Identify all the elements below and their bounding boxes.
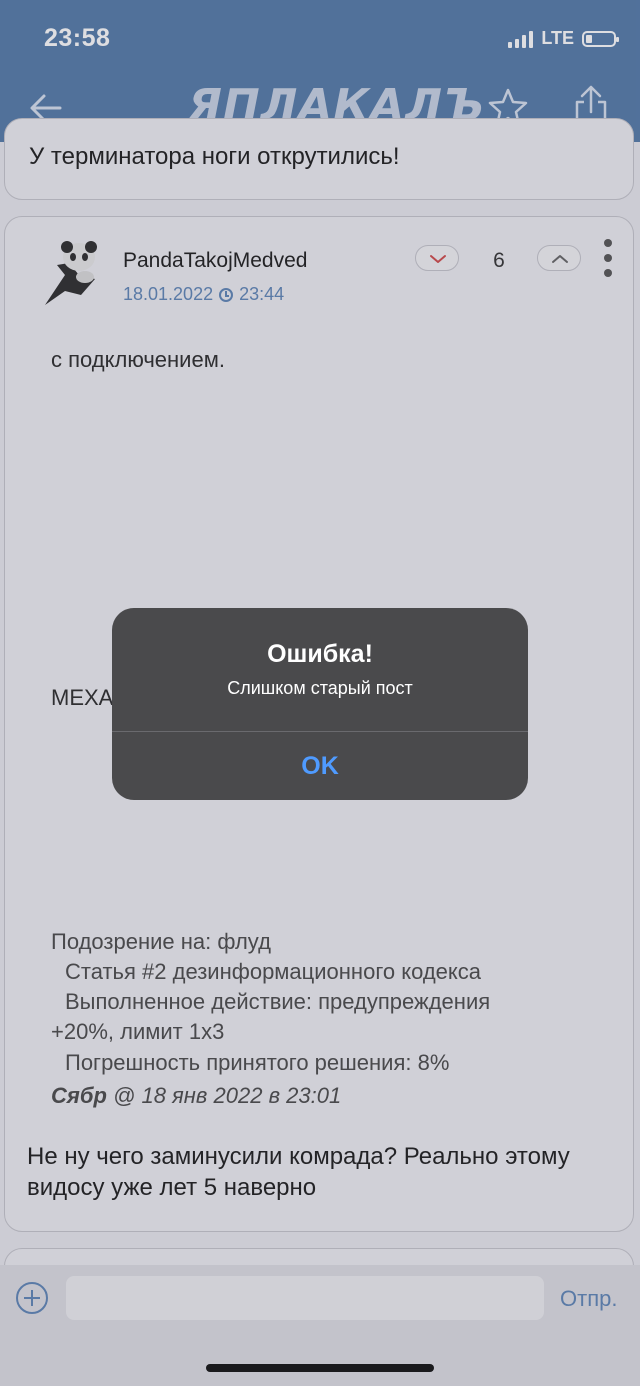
alert-title: Ошибка! <box>267 640 373 668</box>
error-alert-dialog: Ошибка! Слишком старый пост OK <box>112 608 528 800</box>
alert-message: Слишком старый пост <box>227 678 413 698</box>
alert-ok-button[interactable]: OK <box>112 732 528 800</box>
